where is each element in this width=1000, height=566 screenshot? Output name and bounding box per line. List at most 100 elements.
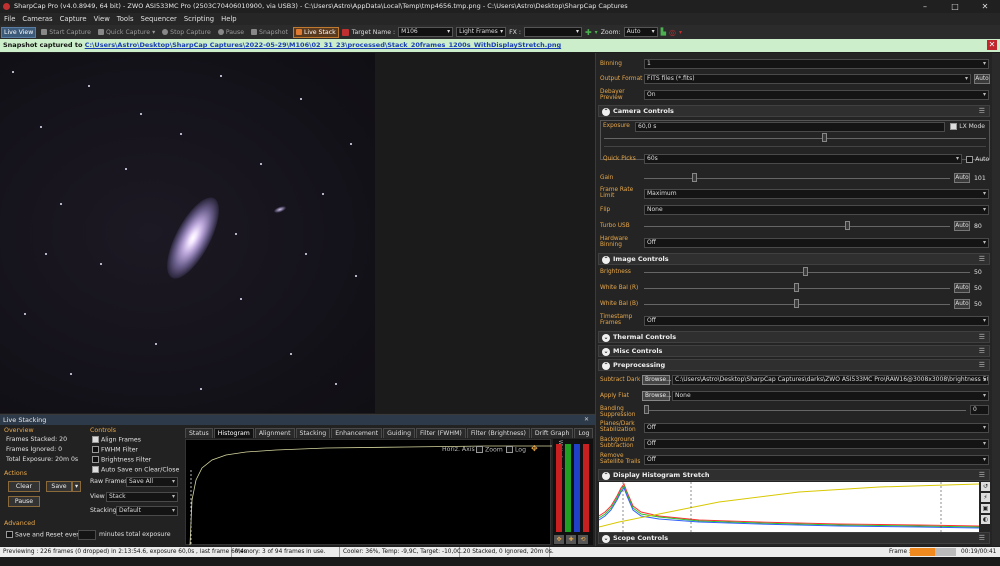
flip-select[interactable]: None xyxy=(644,205,989,215)
wb-blue-auto-button[interactable]: Auto xyxy=(954,299,970,309)
exposure-slider-track[interactable] xyxy=(604,138,986,139)
flat-browse-button[interactable]: Browse... xyxy=(642,391,672,401)
view-select[interactable]: Stack xyxy=(106,492,178,502)
menu-help[interactable]: Help xyxy=(221,15,237,23)
save-dropdown-button[interactable]: ▾ xyxy=(72,481,81,492)
focus-icon[interactable]: ◎ xyxy=(669,28,676,37)
quick-picks-auto[interactable]: Auto xyxy=(966,155,989,163)
minutes-stepper[interactable] xyxy=(78,530,96,540)
move-icon[interactable]: ✥ xyxy=(554,535,564,544)
exposure-slider-thumb[interactable] xyxy=(822,133,827,142)
close-icon[interactable]: ✕ xyxy=(987,40,997,50)
tab-enhancement[interactable]: Enhancement xyxy=(331,428,383,438)
reset-icon[interactable]: ↺ xyxy=(981,482,990,491)
fx-select[interactable] xyxy=(523,27,582,37)
chevron-down-icon[interactable]: ▾ xyxy=(679,29,682,36)
histogram-icon[interactable]: ▙ xyxy=(661,28,666,36)
tab-log[interactable]: Log xyxy=(574,428,594,438)
tab-drift-graph[interactable]: Drift Graph xyxy=(530,428,574,438)
dark-browse-button[interactable]: Browse... xyxy=(642,375,672,385)
planes-dark-select[interactable]: Off xyxy=(644,423,989,433)
turbo-slider-thumb[interactable] xyxy=(845,221,850,230)
flat-frame-select[interactable]: None xyxy=(672,391,989,401)
lx-mode-checkbox[interactable]: LX Mode xyxy=(950,122,985,130)
tab-filter-fwhm[interactable]: Filter (FWHM) xyxy=(416,428,466,438)
clear-button[interactable]: Clear xyxy=(8,481,40,492)
turbo-auto-button[interactable]: Auto xyxy=(954,221,970,231)
target-name-input[interactable]: M106 xyxy=(398,27,454,37)
banding-value[interactable]: 0 xyxy=(970,405,989,415)
preprocessing-header[interactable]: ⌃ Preprocessing ☰ xyxy=(598,359,990,371)
minimize-button[interactable]: – xyxy=(910,0,940,13)
stack-histogram-graph[interactable]: Horiz. Axis Zoom Log ✥ xyxy=(185,439,552,546)
display-histogram-header[interactable]: ⌃ Display Histogram Stretch ☰ xyxy=(598,469,990,481)
quick-auto-check[interactable] xyxy=(966,155,973,163)
lightning-icon[interactable]: ⚡ xyxy=(981,493,990,502)
menu-cameras[interactable]: Cameras xyxy=(22,15,52,23)
quick-capture-button[interactable]: Quick Capture ▾ xyxy=(96,28,157,37)
blue-level-bar[interactable] xyxy=(574,444,580,532)
binning-select[interactable]: 1 xyxy=(644,59,989,69)
align-frames-checkbox[interactable] xyxy=(92,436,99,443)
tab-guiding[interactable]: Guiding xyxy=(383,428,416,438)
frame-type-select[interactable]: Light Frames xyxy=(456,27,507,37)
wb-blue-slider-thumb[interactable] xyxy=(794,299,799,308)
timestamp-select[interactable]: Off xyxy=(644,316,989,326)
hamburger-icon[interactable]: ☰ xyxy=(979,361,985,369)
green-level-bar[interactable] xyxy=(565,444,571,532)
image-controls-header[interactable]: ⌃ Image Controls ☰ xyxy=(598,253,990,265)
hamburger-icon[interactable]: ☰ xyxy=(979,333,985,341)
misc-controls-header[interactable]: ⌄ Misc Controls ☰ xyxy=(598,345,990,357)
menu-capture[interactable]: Capture xyxy=(60,15,87,23)
align-frames-option[interactable]: Align Frames xyxy=(92,436,141,444)
satellite-trails-select[interactable]: Off xyxy=(644,455,989,465)
save-button[interactable]: Save xyxy=(46,481,72,492)
menu-tools[interactable]: Tools xyxy=(117,15,134,23)
hamburger-icon[interactable]: ☰ xyxy=(979,347,985,355)
dark-frame-select[interactable]: C:\Users\Astro\Desktop\SharpCap Captures… xyxy=(672,375,989,385)
turbo-slider-track[interactable] xyxy=(644,226,950,227)
scope-controls-header[interactable]: ⌄ Scope Controls ☰ xyxy=(598,532,990,544)
panel-close-icon[interactable]: ✕ xyxy=(584,415,589,425)
save-reset-checkbox[interactable] xyxy=(6,531,13,538)
brightness-filter-option[interactable]: Brightness Filter xyxy=(92,456,151,464)
tab-alignment[interactable]: Alignment xyxy=(254,428,295,438)
close-window-button[interactable]: ✕ xyxy=(970,0,1000,13)
thermal-controls-header[interactable]: ⌄ Thermal Controls ☰ xyxy=(598,331,990,343)
crosshair-icon[interactable]: ✚ xyxy=(566,535,576,544)
display-histogram-graph[interactable] xyxy=(598,482,980,532)
save-reset-option[interactable]: Save and Reset every xyxy=(6,531,82,539)
zoom-checkbox[interactable] xyxy=(476,446,483,453)
red-level-bar[interactable] xyxy=(556,444,562,532)
output-format-select[interactable]: FITS files (*.fits) xyxy=(644,74,971,84)
gain-auto-button[interactable]: Auto xyxy=(954,173,970,183)
tab-stacking[interactable]: Stacking xyxy=(295,428,331,438)
banding-slider-track[interactable] xyxy=(644,410,966,411)
log-option[interactable]: Log xyxy=(506,446,526,454)
wb-red-auto-button[interactable]: Auto xyxy=(954,283,970,293)
start-capture-button[interactable]: Start Capture xyxy=(39,28,93,37)
lx-mode-check[interactable] xyxy=(950,122,957,130)
banding-slider-thumb[interactable] xyxy=(644,405,649,414)
maximize-button[interactable]: □ xyxy=(940,0,970,13)
live-view-button[interactable]: Live View xyxy=(1,26,37,38)
fwhm-filter-checkbox[interactable] xyxy=(92,446,99,453)
hamburger-icon[interactable]: ☰ xyxy=(979,255,985,263)
quick-picks-select[interactable]: 60s xyxy=(644,154,962,164)
move-icon[interactable]: ✥ xyxy=(531,444,538,453)
raw-frames-select[interactable]: Save All xyxy=(126,477,178,487)
stop-capture-button[interactable]: Stop Capture xyxy=(160,28,213,37)
pause-stack-button[interactable]: Pause xyxy=(8,496,40,507)
brightness-slider-thumb[interactable] xyxy=(803,267,808,276)
menu-view[interactable]: View xyxy=(94,15,110,23)
auto-save-checkbox[interactable] xyxy=(92,466,99,473)
auto-save-option[interactable]: Auto Save on Clear/Close xyxy=(92,466,179,474)
tab-histogram[interactable]: Histogram xyxy=(213,428,254,438)
red-level-bar-2[interactable] xyxy=(583,444,589,532)
contrast-icon[interactable]: ◐ xyxy=(981,515,990,524)
reset-icon[interactable]: ⟲ xyxy=(578,535,588,544)
exposure-input[interactable]: 60,0 s xyxy=(635,122,945,132)
gain-slider-thumb[interactable] xyxy=(692,173,697,182)
background-subtraction-select[interactable]: Off xyxy=(644,439,989,449)
hardware-binning-select[interactable]: Off xyxy=(644,238,989,248)
